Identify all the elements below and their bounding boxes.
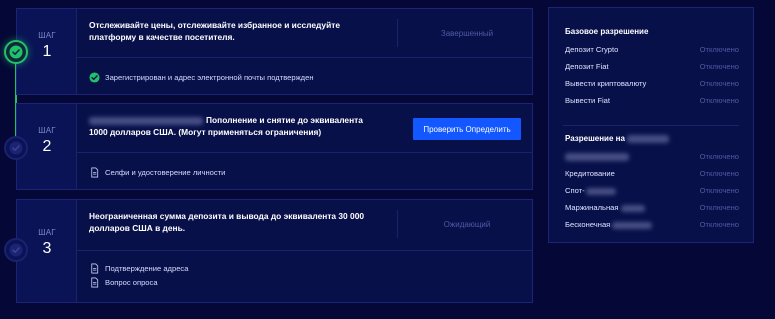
redacted-text [626, 134, 669, 143]
permission-row: Вывести Fiat Отключено [565, 96, 739, 108]
check-circle-icon [9, 243, 23, 257]
requirement-label: Подтверждение адреса [105, 263, 189, 273]
verify-identity-button[interactable]: Проверить Определить [413, 118, 521, 140]
permission-row: Вывести криптовалюту Отключено [565, 79, 739, 91]
step-label: ШАГ [38, 126, 56, 135]
permission-label-text: Маржинальная [565, 203, 619, 212]
permission-label [565, 152, 629, 161]
extended-permission-title-text: Разрешение на [565, 134, 625, 143]
redacted-text [585, 187, 616, 195]
permission-row: Депозит Crypto Отключено [565, 45, 739, 57]
permission-row: Отключено [565, 152, 739, 164]
permission-label: Спот- [565, 186, 616, 195]
check-circle-icon [9, 45, 23, 59]
requirement-item: Подтверждение адреса [89, 262, 188, 274]
card-divider [77, 250, 532, 251]
permission-row: Кредитование Отключено [565, 169, 739, 181]
basic-permission-title: Базовое разрешение [565, 27, 649, 36]
redacted-text [620, 204, 645, 212]
step-description: Неограниченная сумма депозита и вывода д… [89, 211, 365, 233]
redacted-text [565, 153, 629, 161]
step-label: ШАГ [38, 228, 56, 237]
permission-status: Отключено [699, 62, 739, 71]
step-3-marker [4, 238, 28, 262]
permission-label: Депозит Crypto [565, 45, 619, 54]
requirement-item: Селфи и удостоверение личности [89, 166, 225, 178]
step-label: ШАГ [38, 31, 56, 40]
redacted-text [89, 116, 203, 125]
permission-label: Маржинальная [565, 203, 645, 212]
step-card-2: ШАГ 2 Пополнение и снятие до эквивалента… [16, 103, 533, 190]
permissions-panel: Базовое разрешение Депозит Crypto Отключ… [548, 7, 754, 243]
permission-row: Депозит Fiat Отключено [565, 62, 739, 74]
check-circle-icon [9, 141, 23, 155]
requirement-label: Зарегистрирован и адрес электронной почт… [105, 72, 314, 82]
permission-row: Спот- Отключено [565, 186, 739, 198]
permission-status: Отключено [699, 169, 739, 178]
permission-label-text: Бесконечная [565, 220, 611, 229]
permission-row: Бесконечная Отключено [565, 220, 739, 232]
permission-status: Отключено [699, 79, 739, 88]
panel-divider [563, 125, 739, 126]
permission-row: Маржинальная Отключено [565, 203, 739, 215]
permission-status: Отключено [699, 203, 739, 212]
step-description: Пополнение и снятие до эквивалента 1000 … [89, 114, 379, 138]
document-icon [91, 277, 99, 287]
status-divider [397, 19, 398, 47]
permission-label: Вывести Fiat [565, 96, 610, 105]
card-divider [77, 152, 532, 153]
card-divider [77, 57, 532, 58]
step-status: Ожидающий [443, 220, 491, 229]
permission-status: Отключено [699, 186, 739, 195]
permission-label: Кредитование [565, 169, 615, 178]
document-icon [91, 263, 99, 273]
step-card-1: ШАГ 1 Отслеживайте цены, отслеживайте из… [16, 8, 533, 95]
permission-label: Депозит Fiat [565, 62, 609, 71]
permission-status: Отключено [699, 152, 739, 161]
requirement-item: Зарегистрирован и адрес электронной почт… [89, 71, 314, 83]
extended-permission-title: Разрешение на [565, 134, 669, 143]
step-1-complete-marker [4, 40, 28, 64]
document-icon [91, 167, 99, 177]
check-circle-icon [89, 71, 100, 83]
verification-page: ШАГ 1 Отслеживайте цены, отслеживайте из… [0, 0, 775, 319]
step-card-3: ШАГ 3 Неограниченная сумма депозита и вы… [16, 199, 533, 303]
permission-label: Вывести криптовалюту [565, 79, 647, 88]
requirement-label: Вопрос опроса [105, 277, 158, 287]
permission-status: Отключено [699, 45, 739, 54]
step-2-marker [4, 136, 28, 160]
requirement-item: Вопрос опроса [89, 276, 158, 288]
permission-label: Бесконечная [565, 220, 653, 229]
permission-label-text: Спот- [565, 186, 585, 195]
step-status: Завершенный [440, 29, 494, 38]
permission-status: Отключено [699, 220, 739, 229]
requirement-label: Селфи и удостоверение личности [105, 167, 226, 177]
step-description: Отслеживайте цены, отслеживайте избранно… [89, 20, 340, 42]
redacted-text [612, 221, 653, 229]
permission-status: Отключено [699, 96, 739, 105]
status-divider [397, 210, 398, 238]
